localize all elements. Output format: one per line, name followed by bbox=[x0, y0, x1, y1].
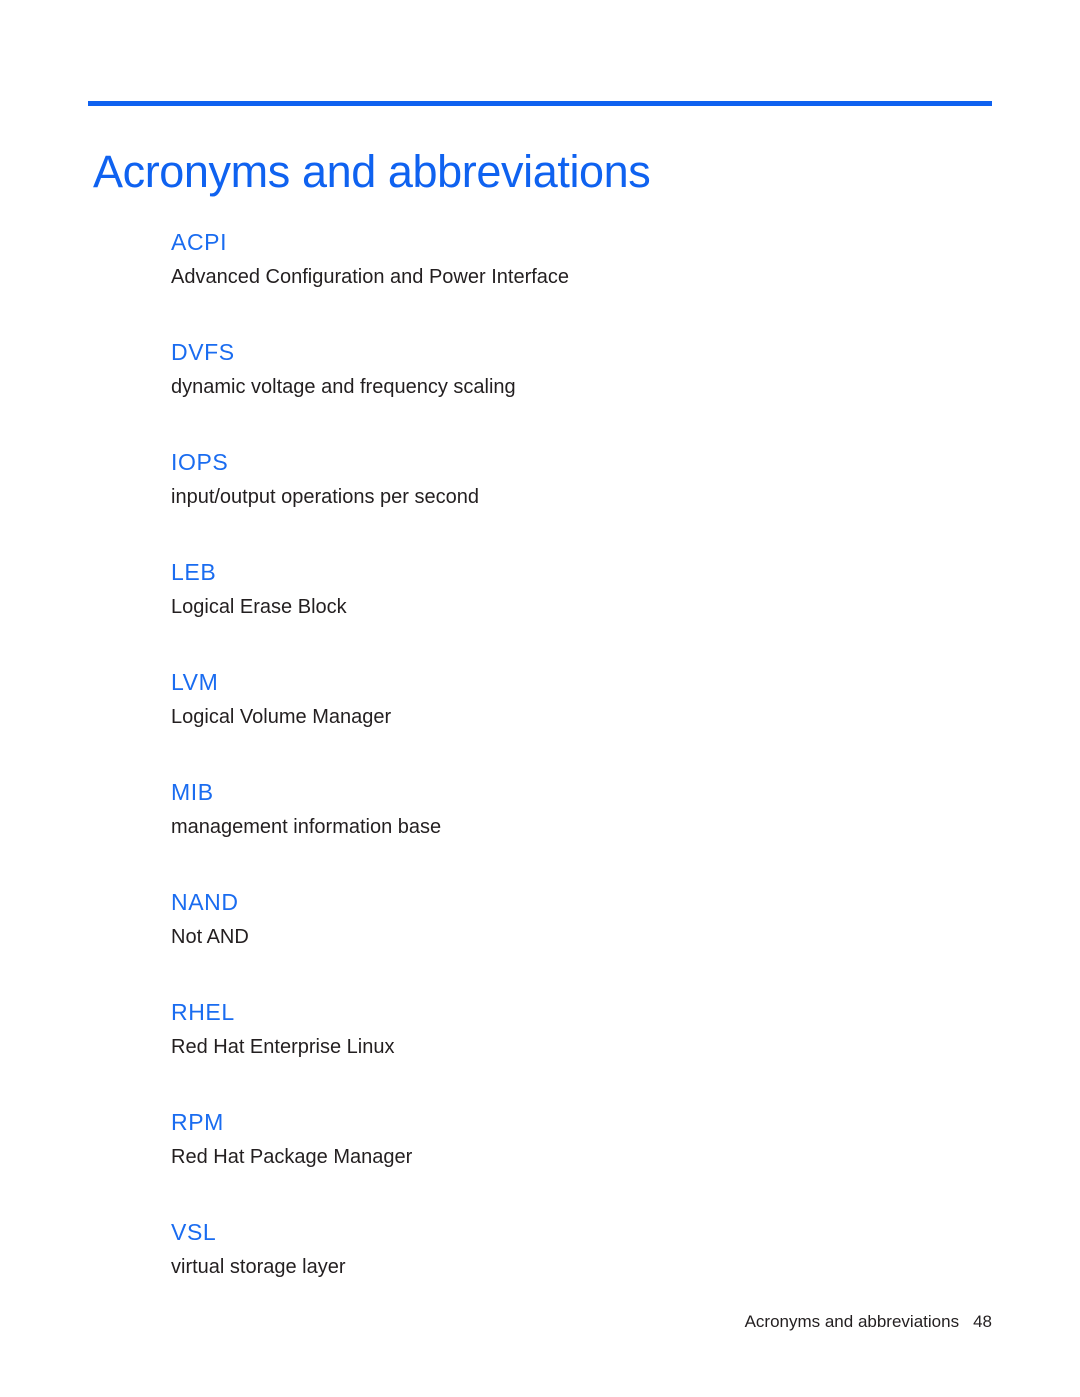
footer-section-label: Acronyms and abbreviations bbox=[744, 1312, 960, 1331]
glossary-term: LEB bbox=[171, 559, 217, 585]
footer-page-number: 48 bbox=[973, 1312, 992, 1331]
glossary-definition: Red Hat Enterprise Linux bbox=[171, 1036, 395, 1058]
glossary-entry: DVFS dynamic voltage and frequency scali… bbox=[171, 339, 931, 400]
glossary-definition: Advanced Configuration and Power Interfa… bbox=[171, 266, 570, 288]
glossary-definition: input/output operations per second bbox=[171, 486, 479, 508]
glossary-entry: ACPI Advanced Configuration and Power In… bbox=[171, 229, 931, 290]
glossary-definition: Logical Erase Block bbox=[171, 596, 347, 618]
glossary-term: LVM bbox=[171, 669, 219, 695]
glossary-entry: VSL virtual storage layer bbox=[171, 1219, 931, 1280]
glossary-definition: dynamic voltage and frequency scaling bbox=[171, 376, 516, 398]
glossary-entry: MIB management information base bbox=[171, 779, 931, 840]
glossary-term: ACPI bbox=[171, 229, 228, 255]
glossary-term: IOPS bbox=[171, 449, 229, 475]
document-page: Acronyms and abbreviations ACPI Advanced… bbox=[0, 0, 1080, 1397]
glossary-term: RPM bbox=[171, 1109, 224, 1135]
glossary-entry: RHEL Red Hat Enterprise Linux bbox=[171, 999, 931, 1060]
glossary-entry: LEB Logical Erase Block bbox=[171, 559, 931, 620]
glossary-term: RHEL bbox=[171, 999, 235, 1025]
glossary-term: VSL bbox=[171, 1219, 217, 1245]
glossary-term: DVFS bbox=[171, 339, 235, 365]
glossary-definition: management information base bbox=[171, 816, 442, 838]
glossary-list: ACPI Advanced Configuration and Power In… bbox=[171, 229, 931, 1280]
glossary-entry: RPM Red Hat Package Manager bbox=[171, 1109, 931, 1170]
glossary-entry: IOPS input/output operations per second bbox=[171, 449, 931, 510]
glossary-entry: LVM Logical Volume Manager bbox=[171, 669, 931, 730]
page-title: Acronyms and abbreviations bbox=[93, 146, 651, 198]
page-footer: Acronyms and abbreviations 48 bbox=[88, 1311, 992, 1333]
glossary-entry: NAND Not AND bbox=[171, 889, 931, 950]
glossary-definition: Red Hat Package Manager bbox=[171, 1146, 413, 1168]
glossary-definition: Logical Volume Manager bbox=[171, 706, 392, 728]
title-divider-rule bbox=[88, 101, 992, 106]
glossary-term: MIB bbox=[171, 779, 214, 805]
glossary-definition: virtual storage layer bbox=[171, 1256, 346, 1278]
glossary-term: NAND bbox=[171, 889, 239, 915]
glossary-definition: Not AND bbox=[171, 926, 249, 948]
